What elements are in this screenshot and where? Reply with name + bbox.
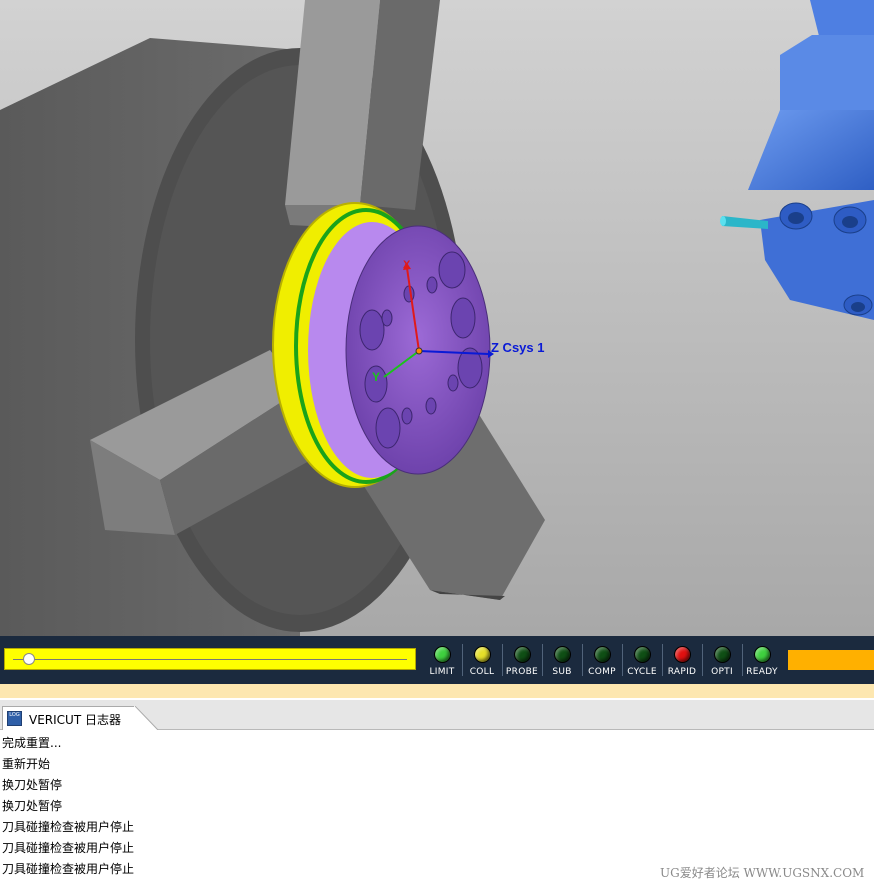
separator xyxy=(462,644,463,676)
status-light-label: PROBE xyxy=(505,667,539,677)
status-light-label: CYCLE xyxy=(627,667,657,677)
status-light-label: OPTI xyxy=(711,667,733,677)
status-light-probe: PROBE xyxy=(502,646,542,677)
status-light-label: SUB xyxy=(552,667,572,677)
status-light-cycle: CYCLE xyxy=(622,646,662,677)
status-light-label: READY xyxy=(746,667,778,677)
progress-knob[interactable] xyxy=(22,653,35,665)
light-bulb-icon xyxy=(513,646,531,663)
separator xyxy=(742,644,743,676)
status-light-rapid: RAPID xyxy=(662,646,702,677)
log-line: 换刀处暂停 xyxy=(2,778,63,792)
logger-tabbar: LOG VERICUT 日志器 xyxy=(0,700,874,730)
log-icon: LOG xyxy=(7,711,22,726)
separator xyxy=(582,644,583,676)
light-bulb-icon xyxy=(633,646,651,663)
status-light-sub: SUB xyxy=(542,646,582,677)
status-light-label: LIMIT xyxy=(429,667,455,677)
light-bulb-icon xyxy=(673,646,691,663)
axis-y-label: Y xyxy=(372,370,380,384)
tab-label: VERICUT 日志器 xyxy=(29,713,121,727)
light-bulb-icon xyxy=(553,646,571,663)
tab-edge xyxy=(134,706,158,730)
light-bulb-icon xyxy=(593,646,611,663)
axis-x-label: X xyxy=(403,259,411,271)
message-bar xyxy=(0,684,874,698)
separator xyxy=(662,644,663,676)
status-bar: LIMIT COLL PROBE SUB COMP CYCLE RAPID OPTI READY xyxy=(0,636,874,684)
light-bulb-icon xyxy=(433,646,451,663)
separator xyxy=(502,644,503,676)
status-light-label: COMP xyxy=(588,667,616,677)
status-indicator-bar xyxy=(788,650,874,670)
light-bulb-icon xyxy=(713,646,731,663)
3d-viewport[interactable]: Z Csys 1 X Y xyxy=(0,0,874,636)
light-bulb-icon xyxy=(473,646,491,663)
status-light-ready: READY xyxy=(742,646,782,677)
log-output[interactable]: 完成重置... 重新开始 换刀处暂停 换刀处暂停 刀具碰撞检查被用户停止 刀具碰撞检查被用… xyxy=(0,731,874,881)
light-bulb-icon xyxy=(753,646,771,663)
csys-label: Z Csys 1 xyxy=(491,340,544,355)
status-light-coll: COLL xyxy=(462,646,502,677)
tab-vericut-logger[interactable]: LOG VERICUT 日志器 xyxy=(2,706,136,730)
progress-line xyxy=(13,659,407,660)
log-line: 刀具碰撞检查被用户停止 xyxy=(2,841,135,855)
separator xyxy=(702,644,703,676)
separator xyxy=(542,644,543,676)
log-line: 刀具碰撞检查被用户停止 xyxy=(2,820,135,834)
upper-jaw xyxy=(285,0,440,228)
separator xyxy=(622,644,623,676)
log-line: 刀具碰撞检查被用户停止 xyxy=(2,862,135,876)
log-line: 完成重置... xyxy=(2,736,62,750)
log-line: 重新开始 xyxy=(2,757,51,771)
watermark: UG爱好者论坛 WWW.UGSNX.COM xyxy=(660,866,865,880)
status-light-opti: OPTI xyxy=(702,646,742,677)
workpiece xyxy=(308,222,491,478)
status-light-label: COLL xyxy=(469,667,495,677)
log-line: 换刀处暂停 xyxy=(2,799,63,813)
status-light-label: RAPID xyxy=(667,667,697,677)
status-light-limit: LIMIT xyxy=(422,646,462,677)
progress-slider[interactable] xyxy=(4,648,416,670)
status-light-comp: COMP xyxy=(582,646,622,677)
